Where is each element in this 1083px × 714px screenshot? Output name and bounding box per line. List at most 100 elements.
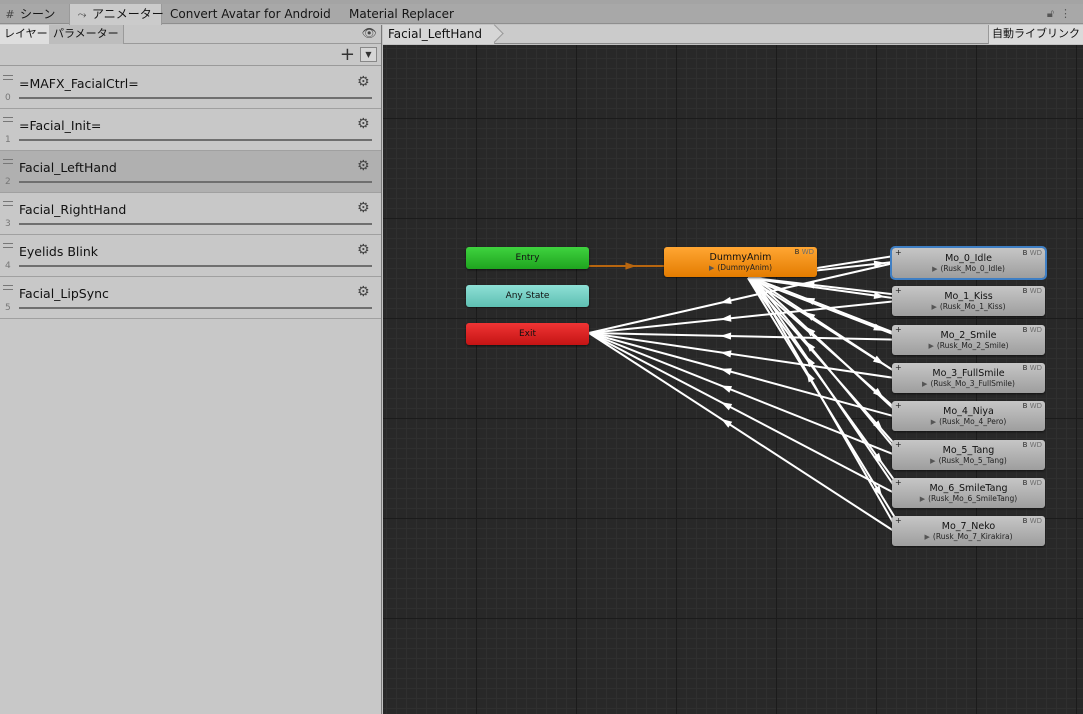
gear-icon[interactable]: ⚙ — [357, 74, 370, 90]
breadcrumb[interactable]: Facial_LeftHand — [383, 25, 495, 44]
state-node[interactable]: + B WD Mo_2_Smile ▶ (Rusk_Mo_2_Smile) — [892, 324, 1045, 355]
drag-handle-icon[interactable] — [3, 243, 13, 251]
play-icon: ▶ — [932, 265, 938, 273]
state-node[interactable]: + B WD Mo_3_FullSmile ▶ (Rusk_Mo_3_FullSmile… — [892, 362, 1045, 393]
arrowhead-icon — [720, 385, 733, 393]
layer-weight-bar — [19, 97, 372, 99]
drag-handle-icon[interactable] — [3, 201, 13, 209]
layer-item[interactable]: 5 Facial_LipSync ⚙ — [0, 277, 381, 319]
tab-animator[interactable]: ⤳ アニメーター — [69, 4, 164, 25]
state-flags: B WD — [1022, 287, 1042, 296]
layer-item[interactable]: 1 =Facial_Init= ⚙ — [0, 109, 381, 151]
tab-material-replacer[interactable]: Material Replacer — [349, 4, 454, 24]
add-icon: + — [895, 362, 902, 372]
layer-weight-bar — [19, 223, 372, 225]
play-icon: ▶ — [919, 494, 926, 503]
state-node[interactable]: + B WD Mo_6_SmileTang ▶ (Rusk_Mo_6_SmileTang… — [892, 477, 1045, 508]
layer-name: =Facial_Init= — [19, 118, 102, 133]
graph-toolbar: Facial_LeftHand 自動ライブリンク — [383, 25, 1083, 44]
arrowhead-icon — [720, 332, 732, 340]
layer-name: Facial_LipSync — [19, 286, 109, 301]
layer-index: 4 — [5, 261, 11, 271]
state-node[interactable]: + B WD Mo_1_Kiss ▶ (Rusk_Mo_1_Kiss) — [892, 286, 1045, 317]
gear-icon[interactable]: ⚙ — [357, 242, 370, 258]
window-controls: 🔓︎⋮ — [1047, 4, 1077, 24]
gear-icon[interactable]: ⚙ — [357, 284, 370, 300]
drag-handle-icon[interactable] — [3, 117, 13, 125]
add-layer-button[interactable]: + — [340, 44, 355, 66]
gear-icon[interactable]: ⚙ — [357, 116, 370, 132]
transition-line[interactable] — [588, 332, 895, 418]
arrowhead-icon — [806, 371, 815, 383]
transition-line[interactable] — [752, 277, 895, 525]
play-icon: ▶ — [928, 341, 934, 350]
arrowhead-icon — [720, 350, 732, 358]
layer-item[interactable]: 4 Eyelids Blink ⚙ — [0, 235, 381, 277]
arrowhead-icon — [721, 418, 733, 428]
drag-handle-icon[interactable] — [3, 159, 13, 167]
panel-subtabs: レイヤー パラメーター 👁︎ — [0, 25, 381, 44]
transition-line[interactable] — [752, 277, 895, 410]
state-node[interactable]: + B WD Mo_7_Neko ▶ (Rusk_Mo_7_Kirakira) — [892, 516, 1045, 547]
exit-node[interactable]: Exit — [466, 323, 589, 345]
tab-scene[interactable]: # シーン — [4, 4, 66, 24]
state-motion: ▶ (Rusk_Mo_2_Smile) — [928, 340, 1009, 350]
layer-add-row: + ▼ — [0, 44, 381, 66]
gear-icon[interactable]: ⚙ — [357, 200, 370, 216]
window-tab-bar: # シーン ⤳ アニメーター Convert Avatar for Android … — [0, 4, 1083, 25]
add-layer-dropdown-icon[interactable]: ▼ — [360, 47, 377, 62]
layer-weight-bar — [19, 139, 372, 141]
any-state-node[interactable]: Any State — [466, 285, 589, 307]
layer-index: 5 — [5, 303, 11, 313]
entry-node[interactable]: Entry — [466, 247, 589, 269]
transition-line[interactable] — [588, 332, 895, 532]
arrowhead-icon — [720, 402, 733, 411]
more-options-icon[interactable]: ⋮ — [1060, 7, 1077, 20]
state-flags: B WD — [1022, 478, 1042, 487]
layer-weight-bar — [19, 307, 372, 309]
drag-handle-icon[interactable] — [3, 285, 13, 293]
state-motion: ▶ (Rusk_Mo_0_Idle) — [932, 264, 1005, 273]
layer-name: Eyelids Blink — [19, 244, 99, 259]
layer-item[interactable]: 0 =MAFX_FacialCtrl= ⚙ — [0, 67, 381, 109]
state-node[interactable]: + B WD Mo_5_Tang ▶ (Rusk_Mo_5_Tang) — [892, 439, 1045, 470]
layer-name: Facial_LeftHand — [19, 160, 117, 175]
layer-item-selected[interactable]: 2 Facial_LeftHand ⚙ — [0, 151, 381, 193]
tab-parameters[interactable]: パラメーター — [49, 25, 124, 44]
layer-list: 0 =MAFX_FacialCtrl= ⚙ 1 =Facial_Init= ⚙ … — [0, 67, 381, 319]
grid-icon: # — [5, 8, 15, 21]
state-motion: ▶ (Rusk_Mo_7_Kirakira) — [924, 532, 1013, 542]
tab-convert-avatar[interactable]: Convert Avatar for Android — [170, 4, 331, 24]
state-flags: B WD — [794, 248, 814, 256]
arrowhead-icon — [720, 296, 732, 304]
state-node[interactable]: + B WD Mo_0_Idle ▶ (Rusk_Mo_0_Idle) — [890, 246, 1047, 280]
state-flags: B WD — [1022, 363, 1042, 372]
layer-item[interactable]: 3 Facial_RightHand ⚙ — [0, 193, 381, 235]
state-flags: B WD — [1022, 249, 1042, 257]
layer-index: 0 — [5, 93, 11, 103]
play-icon: ▶ — [708, 264, 715, 272]
state-machine-graph[interactable]: Entry Any State Exit B WD DummyAnim ▶ (Du… — [383, 45, 1083, 714]
layer-name: =MAFX_FacialCtrl= — [19, 76, 139, 91]
eye-icon[interactable]: 👁︎ — [362, 26, 377, 40]
transition-line[interactable] — [588, 332, 895, 494]
add-icon: + — [895, 286, 902, 296]
transition-line[interactable] — [588, 332, 895, 341]
add-icon: + — [895, 248, 902, 257]
default-state-node[interactable]: B WD DummyAnim ▶ (DummyAnim) — [664, 247, 817, 277]
state-motion: ▶ (Rusk_Mo_6_SmileTang) — [919, 493, 1018, 503]
state-flags: B WD — [1022, 440, 1042, 449]
layer-index: 1 — [5, 135, 11, 145]
lock-icon[interactable]: 🔓︎ — [1047, 7, 1060, 20]
tab-layers[interactable]: レイヤー — [0, 25, 53, 44]
add-icon: + — [895, 324, 902, 334]
state-motion: ▶ (Rusk_Mo_4_Pero) — [930, 417, 1007, 427]
state-node[interactable]: + B WD Mo_4_Niya ▶ (Rusk_Mo_4_Pero) — [892, 401, 1045, 432]
animator-icon: ⤳ — [77, 8, 87, 21]
gear-icon[interactable]: ⚙ — [357, 158, 370, 174]
state-motion: ▶ (Rusk_Mo_5_Tang) — [930, 455, 1007, 465]
drag-handle-icon[interactable] — [3, 75, 13, 83]
play-icon: ▶ — [930, 418, 937, 427]
auto-live-link-button[interactable]: 自動ライブリンク — [988, 25, 1083, 44]
layer-name: Facial_RightHand — [19, 202, 127, 217]
